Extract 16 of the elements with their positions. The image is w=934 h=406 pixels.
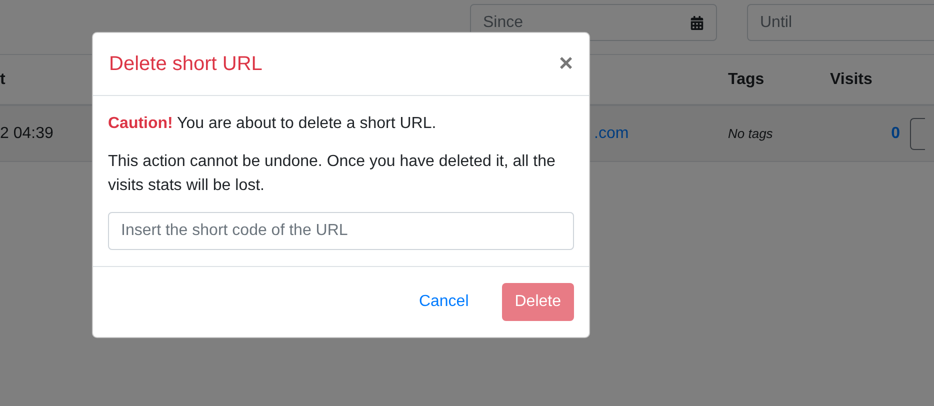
date-field[interactable]: Until <box>747 4 934 41</box>
row-action-button[interactable] <box>910 118 925 150</box>
column-header: t <box>0 70 6 88</box>
date-cell-text: 2 04:39 <box>0 124 54 142</box>
note-text: This action cannot be undone. Once you have deleted it, all the visits stats will be lost. <box>108 152 556 196</box>
tags-cell-text: No tags <box>728 126 774 141</box>
cancel-button[interactable]: Cancel <box>406 283 482 321</box>
close-button[interactable]: × <box>558 52 573 76</box>
warning-text: Caution! You are about to delete a short URL. <box>108 114 438 134</box>
column-header: Visits <box>830 70 874 88</box>
visits-count[interactable]: 0 <box>891 124 910 142</box>
short-code-field[interactable]: Insert the short code of the URL <box>108 212 574 250</box>
column-header: Tags <box>728 70 766 88</box>
calendar-icon <box>690 16 704 30</box>
dialog-title: Delete short URL <box>109 52 262 76</box>
url-link[interactable]: .com <box>594 124 728 142</box>
